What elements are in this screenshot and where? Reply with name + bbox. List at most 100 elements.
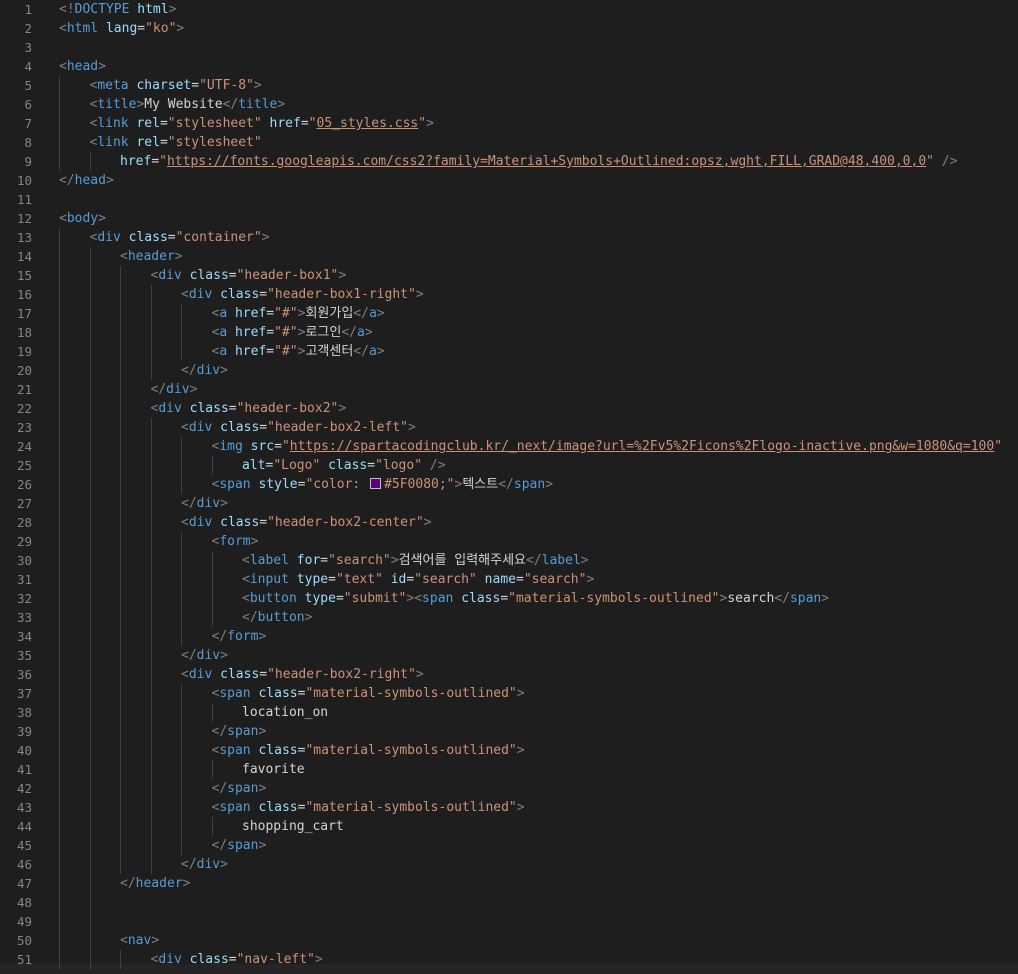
- code-line[interactable]: 23 <div class="header-box2-left">: [0, 418, 1018, 437]
- code-line[interactable]: 11: [0, 190, 1018, 209]
- code-line[interactable]: 46 </div>: [0, 855, 1018, 874]
- code-line[interactable]: 24 <img src="https://spartacodingclub.kr/…: [0, 437, 1018, 456]
- token-brk: >: [258, 629, 267, 644]
- code-text: <a href="#">고객센터</a>: [212, 342, 385, 361]
- token-attr: id: [390, 572, 407, 587]
- indent-guide: [181, 437, 182, 494]
- code-line[interactable]: 14 <header>: [0, 247, 1018, 266]
- indent-guide: [212, 551, 213, 627]
- token-brk: <: [59, 21, 67, 36]
- code-line[interactable]: 10 </head>: [0, 171, 1018, 190]
- token-attr: class: [328, 458, 368, 473]
- code-line[interactable]: 31 <input type="text" id="search" name="s…: [0, 570, 1018, 589]
- code-text: <a href="#">로그인</a>: [212, 323, 373, 342]
- token-str: "#": [274, 325, 298, 340]
- code-line[interactable]: 28 <div class="header-box2-center">: [0, 513, 1018, 532]
- code-line[interactable]: 13 <div class="container">: [0, 228, 1018, 247]
- code-line[interactable]: 16 <div class="header-box1-right">: [0, 285, 1018, 304]
- token-txt: 검색어를 입력해주세요: [398, 553, 526, 568]
- line-number: 11: [16, 192, 32, 207]
- code-line[interactable]: 41 favorite: [0, 760, 1018, 779]
- token-brk: >: [168, 2, 177, 17]
- code-line[interactable]: 39 </span>: [0, 722, 1018, 741]
- code-line[interactable]: 38 location_on: [0, 703, 1018, 722]
- token-txt: =: [159, 116, 168, 131]
- code-line[interactable]: 30 <label for="search">검색어를 입력해주세요</label…: [0, 551, 1018, 570]
- code-line[interactable]: 7 <link rel="stylesheet" href="05_styles.…: [0, 114, 1018, 133]
- code-lines[interactable]: 1 <!DOCTYPE html> 2 <html lang="ko"> 3 4 <head…: [0, 0, 1018, 969]
- token-tag: div: [188, 420, 213, 435]
- token-tag: span: [789, 591, 822, 606]
- code-text: <span class="material-symbols-outlined">: [212, 741, 525, 760]
- code-line[interactable]: 17 <a href="#">회원가입</a>: [0, 304, 1018, 323]
- code-line[interactable]: 32 <button type="submit"><span class="mat…: [0, 589, 1018, 608]
- color-swatch[interactable]: [370, 478, 382, 489]
- code-line[interactable]: 6 <title>My Website</title>: [0, 95, 1018, 114]
- code-line[interactable]: 42 </span>: [0, 779, 1018, 798]
- code-line[interactable]: 34 </form>: [0, 627, 1018, 646]
- code-line[interactable]: 15 <div class="header-box1">: [0, 266, 1018, 285]
- code-line[interactable]: 29 <form>: [0, 532, 1018, 551]
- code-editor[interactable]: 1 <!DOCTYPE html> 2 <html lang="ko"> 3 4 <head…: [0, 0, 1018, 974]
- code-text: <body>: [59, 209, 106, 228]
- code-line[interactable]: 47 </header>: [0, 874, 1018, 893]
- token-brk: </: [526, 553, 542, 568]
- code-line[interactable]: 35 </div>: [0, 646, 1018, 665]
- token-brk: </: [498, 477, 514, 492]
- token-attr: class: [220, 667, 260, 682]
- token-brk: >: [220, 363, 228, 378]
- code-line[interactable]: 27 </div>: [0, 494, 1018, 513]
- code-line[interactable]: 43 <span class="material-symbols-outlined…: [0, 798, 1018, 817]
- horizontal-scrollbar[interactable]: [0, 964, 1018, 974]
- code-line[interactable]: 25 alt="Logo" class="logo" />: [0, 456, 1018, 475]
- code-line[interactable]: 1 <!DOCTYPE html>: [0, 0, 1018, 19]
- code-line[interactable]: 18 <a href="#">로그인</a>: [0, 323, 1018, 342]
- token-link[interactable]: https://fonts.googleapis.com/css2?family…: [167, 154, 926, 169]
- indent-guide: [212, 817, 213, 836]
- token-brk: >: [253, 78, 262, 93]
- code-line[interactable]: 20 </div>: [0, 361, 1018, 380]
- code-line[interactable]: 37 <span class="material-symbols-outlined…: [0, 684, 1018, 703]
- code-line[interactable]: 50 <nav>: [0, 931, 1018, 950]
- token-link[interactable]: https://spartacodingclub.kr/_next/image?…: [290, 439, 994, 454]
- line-number: 21: [16, 382, 32, 397]
- code-line[interactable]: 9 href="https://fonts.googleapis.com/css2…: [0, 152, 1018, 171]
- code-line[interactable]: 26 <span style="color: #5F0080;">텍스트</spa…: [0, 475, 1018, 494]
- code-line[interactable]: 48: [0, 893, 1018, 912]
- code-line[interactable]: 5 <meta charset="UTF-8">: [0, 76, 1018, 95]
- token-brk: <: [242, 591, 250, 606]
- code-line[interactable]: 12 <body>: [0, 209, 1018, 228]
- code-line[interactable]: 44 shopping_cart: [0, 817, 1018, 836]
- code-line[interactable]: 40 <span class="material-symbols-outlined…: [0, 741, 1018, 760]
- token-attr: class: [220, 515, 260, 530]
- token-brk: >: [338, 401, 347, 416]
- token-link[interactable]: 05_styles.css: [317, 116, 419, 131]
- token-brk: >: [261, 230, 270, 245]
- code-text: <input type="text" id="search" name="sea…: [242, 570, 594, 589]
- code-line[interactable]: 45 </span>: [0, 836, 1018, 855]
- code-line[interactable]: 33 </button>: [0, 608, 1018, 627]
- code-line[interactable]: 49: [0, 912, 1018, 931]
- token-str: ": [308, 116, 317, 131]
- token-brk: <: [181, 287, 189, 302]
- token-tag: a: [219, 344, 228, 359]
- line-number: 31: [16, 572, 32, 587]
- code-line[interactable]: 4 <head>: [0, 57, 1018, 76]
- token-txt: =: [320, 553, 329, 568]
- code-line[interactable]: 22 <div class="header-box2">: [0, 399, 1018, 418]
- code-line[interactable]: 2 <html lang="ko">: [0, 19, 1018, 38]
- token-attr: class: [461, 591, 501, 606]
- token-brk: <: [181, 420, 189, 435]
- token-tag: span: [219, 477, 251, 492]
- code-line[interactable]: 8 <link rel="stylesheet": [0, 133, 1018, 152]
- code-line[interactable]: 36 <div class="header-box2-right">: [0, 665, 1018, 684]
- token-txt: search: [727, 591, 775, 606]
- code-line[interactable]: 21 </div>: [0, 380, 1018, 399]
- code-line[interactable]: 19 <a href="#">고객센터</a>: [0, 342, 1018, 361]
- code-line[interactable]: 3: [0, 38, 1018, 57]
- token-tag: nav: [127, 933, 152, 948]
- token-tag: span: [227, 838, 259, 853]
